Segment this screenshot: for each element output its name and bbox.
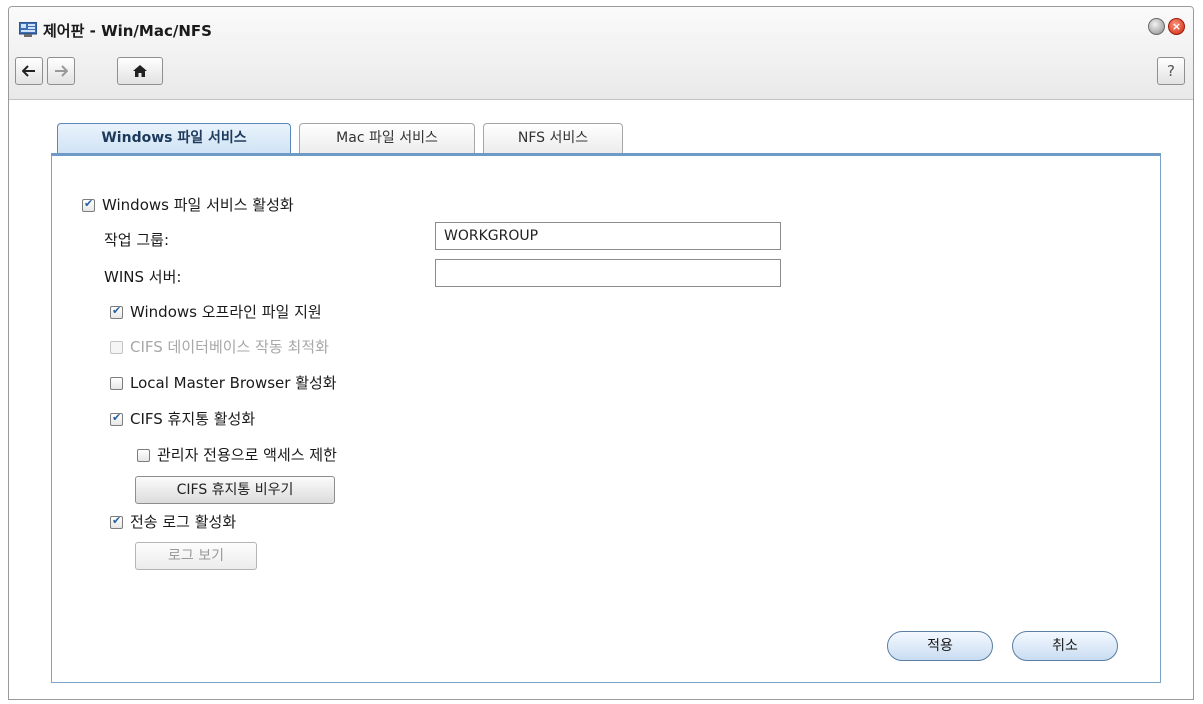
window-title: 제어판 - Win/Mac/NFS [43,22,212,40]
control-panel-window: 제어판 - Win/Mac/NFS × ? Windows 파일 서비스 Mac… [8,6,1194,700]
wins-server-input[interactable] [435,259,781,287]
forward-button[interactable] [47,57,75,85]
enable-windows-service-label: Windows 파일 서비스 활성화 [102,196,294,214]
workgroup-input[interactable]: WORKGROUP [435,222,781,250]
offline-files-label: Windows 오프라인 파일 지원 [130,303,322,321]
back-button[interactable] [15,57,43,85]
tab-mac-file-service[interactable]: Mac 파일 서비스 [299,123,475,153]
local-master-browser-label: Local Master Browser 활성화 [130,374,337,392]
cifs-recycle-bin-checkbox[interactable] [110,411,123,426]
cifs-recycle-bin-label: CIFS 휴지통 활성화 [130,410,256,428]
help-icon: ? [1167,62,1175,80]
workgroup-label: 작업 그룹: [104,231,170,249]
wins-server-label: WINS 서버: [104,268,182,286]
enable-windows-service-checkbox[interactable] [82,197,95,212]
home-icon [133,65,147,77]
transfer-log-label: 전송 로그 활성화 [130,513,237,531]
cancel-button[interactable]: 취소 [1012,631,1118,661]
tab-nfs-service[interactable]: NFS 서비스 [483,123,623,153]
arrow-right-icon [55,65,68,77]
empty-recycle-bin-button[interactable]: CIFS 휴지통 비우기 [135,476,335,504]
admin-only-access-label: 관리자 전용으로 액세스 제한 [157,446,337,464]
minimize-button[interactable] [1148,18,1165,35]
local-master-browser-checkbox[interactable] [110,377,123,390]
transfer-log-checkbox[interactable] [110,514,123,529]
cifs-db-optimize-label: CIFS 데이터베이스 작동 최적화 [130,338,329,356]
admin-only-access-checkbox[interactable] [137,449,150,462]
view-log-button[interactable]: 로그 보기 [135,542,257,570]
home-button[interactable] [117,57,163,85]
arrow-left-icon [22,65,35,77]
apply-button[interactable]: 적용 [887,631,993,661]
cifs-db-optimize-checkbox[interactable] [110,341,123,354]
control-panel-icon [18,21,38,38]
offline-files-checkbox[interactable] [110,304,123,319]
title-bar: 제어판 - Win/Mac/NFS × ? [9,7,1193,100]
close-button[interactable]: × [1168,18,1185,35]
help-button[interactable]: ? [1157,57,1185,85]
tab-windows-file-service[interactable]: Windows 파일 서비스 [57,123,291,155]
